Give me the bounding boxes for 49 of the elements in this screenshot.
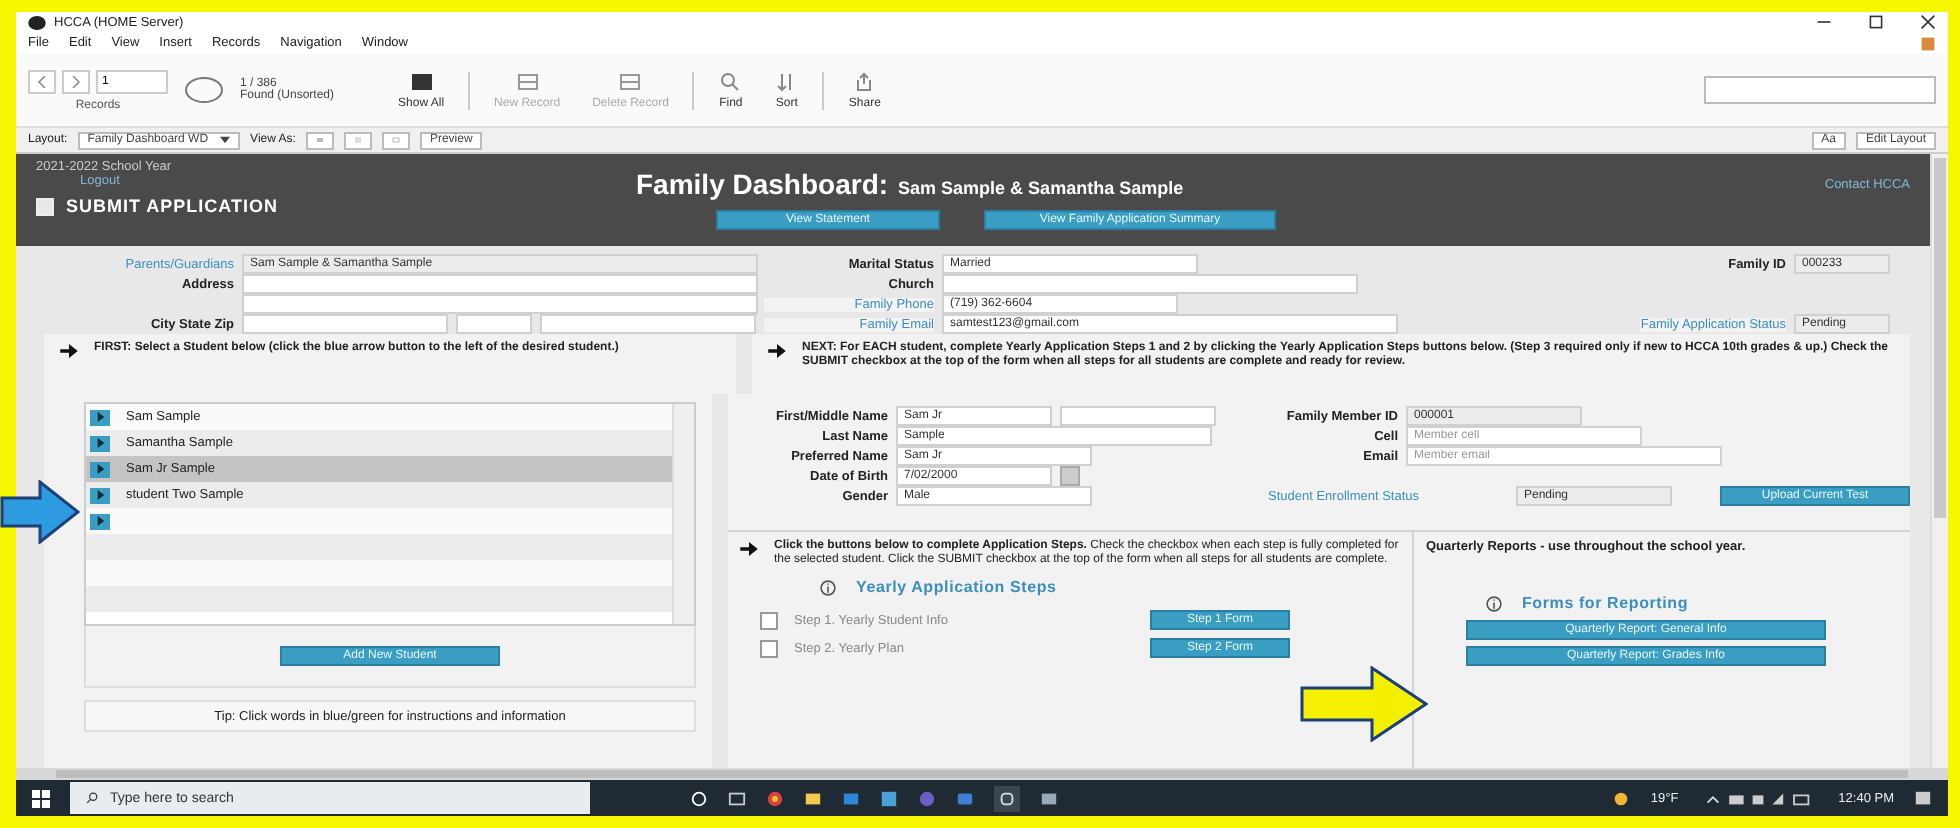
select-student-button[interactable] <box>90 435 110 451</box>
forms-heading: Forms for Reporting <box>1522 594 1689 612</box>
chevron-left-icon <box>36 75 48 87</box>
step-checkbox[interactable] <box>760 639 778 657</box>
family-name: Sam Sample & Samantha Sample <box>898 178 1184 198</box>
step-checkbox[interactable] <box>760 611 778 629</box>
search-icon <box>86 792 98 804</box>
chevron-right-icon <box>70 75 82 87</box>
close-icon[interactable] <box>1920 14 1936 30</box>
records-stack-icon <box>409 71 434 91</box>
info-icon[interactable] <box>1486 595 1502 611</box>
address-field[interactable] <box>242 274 758 294</box>
select-student-button[interactable] <box>90 409 110 425</box>
submit-checkbox[interactable] <box>36 197 54 215</box>
weather-icon <box>1612 789 1631 807</box>
arrow-right-icon <box>740 542 758 556</box>
select-student-button[interactable] <box>90 487 110 503</box>
table-view-icon <box>391 134 400 146</box>
app-icon[interactable] <box>994 785 1020 811</box>
scrollbar[interactable] <box>672 404 694 624</box>
quick-find-field[interactable] <box>1704 76 1936 104</box>
arrow-right-icon <box>60 344 78 358</box>
start-icon[interactable] <box>32 789 50 807</box>
browser-icon[interactable] <box>766 789 784 807</box>
middle-name-field[interactable] <box>1060 406 1216 426</box>
zip-field[interactable] <box>540 314 756 334</box>
notifications-icon[interactable] <box>1914 789 1932 807</box>
dashboard-title: Family Dashboard: <box>636 168 889 200</box>
select-student-button[interactable] <box>90 513 110 529</box>
steps-heading: Yearly Application Steps <box>856 578 1057 596</box>
window-icon[interactable] <box>728 789 746 807</box>
arrow-right-icon <box>768 344 786 358</box>
church-field[interactable] <box>942 274 1358 294</box>
app-icon <box>28 15 46 29</box>
address-field[interactable] <box>242 294 758 314</box>
record-icon <box>515 71 540 91</box>
city-field[interactable] <box>242 314 448 334</box>
state-field[interactable] <box>456 314 532 334</box>
record-icon <box>618 71 643 91</box>
app-icon[interactable] <box>1040 789 1058 807</box>
select-student-button[interactable] <box>90 461 110 477</box>
list-view-icon <box>353 134 362 146</box>
maximize-icon[interactable] <box>1868 14 1884 30</box>
submit-label: SUBMIT APPLICATION <box>66 196 278 216</box>
info-icon[interactable] <box>820 579 836 595</box>
caret-icon <box>220 136 231 144</box>
task-view-icon[interactable] <box>690 789 708 807</box>
share-icon <box>852 71 877 91</box>
search-icon <box>718 71 743 91</box>
